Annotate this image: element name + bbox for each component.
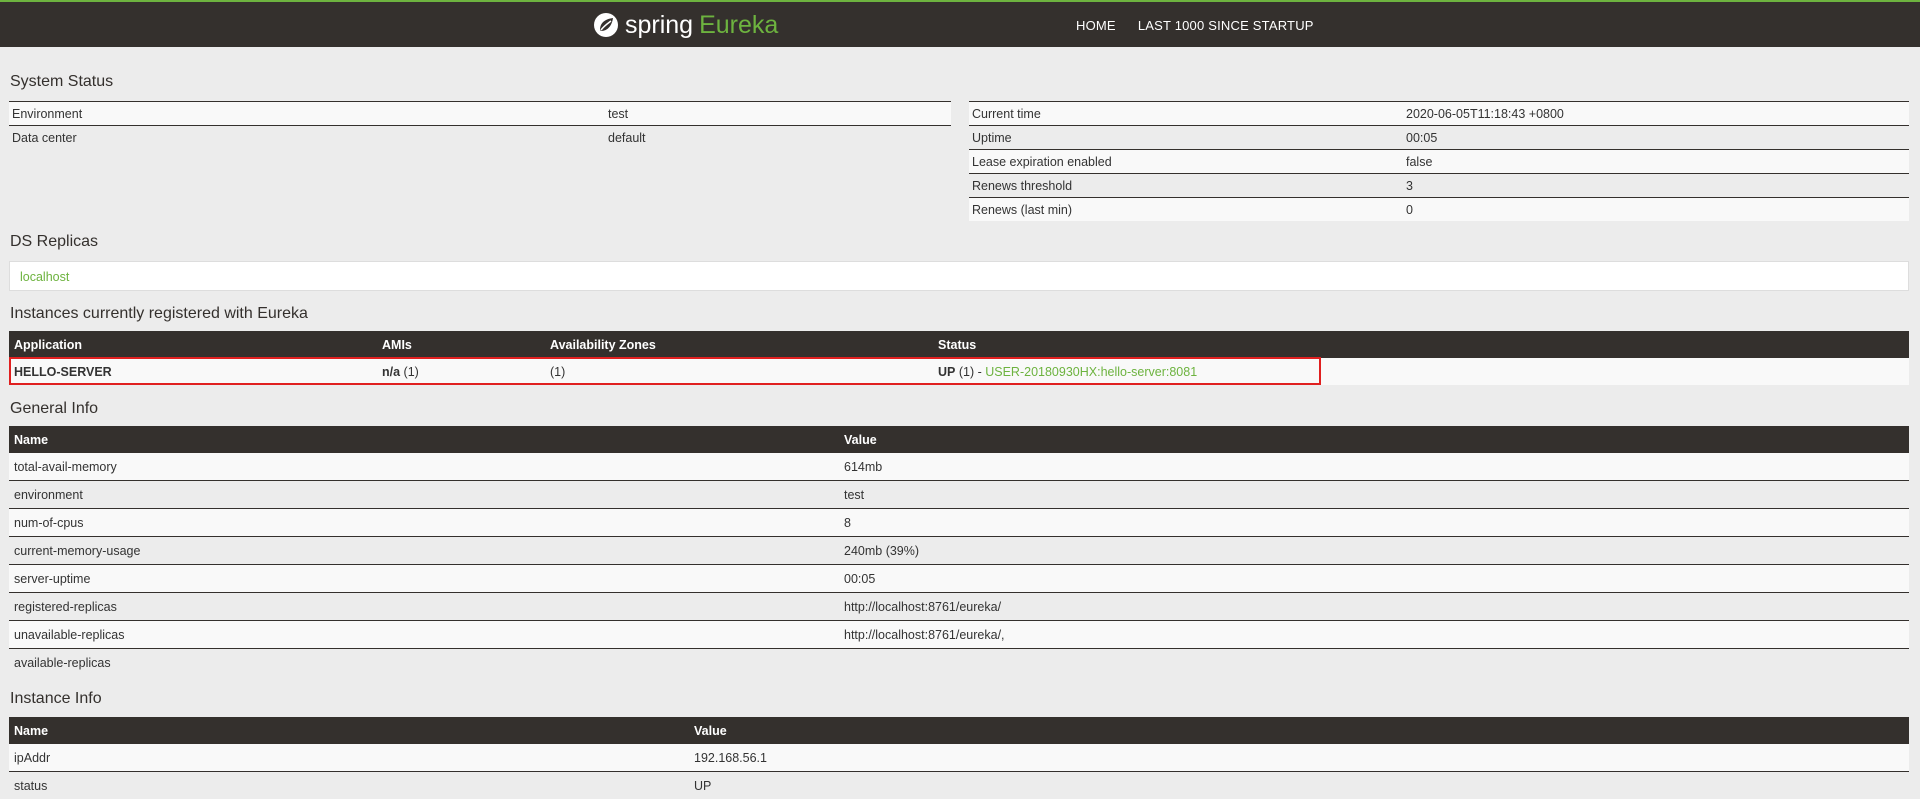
top-navbar: spring Eureka HOME LAST 1000 SINCE START…: [0, 0, 1920, 47]
info-value: [839, 649, 1909, 677]
spring-leaf-icon: [593, 12, 619, 38]
table-row: Uptime 00:05: [969, 126, 1909, 150]
application-name: HELLO-SERVER: [9, 358, 377, 385]
table-header-row: Name Value: [9, 717, 1909, 744]
brand-spring-text: spring: [625, 11, 693, 40]
status-count: (1) -: [955, 365, 985, 379]
info-value: 00:05: [839, 565, 1909, 593]
col-name: Name: [9, 426, 839, 453]
system-status-title: System Status: [10, 73, 113, 91]
info-name: ipAddr: [9, 744, 689, 772]
status-label: Data center: [9, 126, 605, 150]
instance-info-title: Instance Info: [10, 690, 102, 708]
amis-count: (1): [400, 365, 419, 379]
info-name: unavailable-replicas: [9, 621, 839, 649]
instance-link[interactable]: USER-20180930HX:hello-server:8081: [985, 365, 1197, 379]
zones-cell: (1): [545, 358, 933, 385]
nav-last-1000-link[interactable]: LAST 1000 SINCE STARTUP: [1138, 18, 1314, 33]
table-row: num-of-cpus8: [9, 509, 1909, 537]
table-row: Lease expiration enabled false: [969, 150, 1909, 174]
col-availability-zones: Availability Zones: [545, 331, 933, 358]
main-nav: HOME LAST 1000 SINCE STARTUP: [1076, 18, 1314, 33]
table-row: HELLO-SERVER n/a (1) (1) UP (1) - USER-2…: [9, 358, 1909, 385]
table-row: environmenttest: [9, 481, 1909, 509]
status-label: Renews (last min): [969, 198, 1403, 222]
table-row: Environment test: [9, 102, 951, 126]
info-name: registered-replicas: [9, 593, 839, 621]
status-value: 0: [1403, 198, 1909, 222]
ds-replicas-list: localhost: [9, 261, 1909, 291]
status-label: Renews threshold: [969, 174, 1403, 198]
info-value: 614mb: [839, 453, 1909, 481]
info-value: http://localhost:8761/eureka/: [839, 593, 1909, 621]
table-row: available-replicas: [9, 649, 1909, 677]
status-label: Uptime: [969, 126, 1403, 150]
table-row: statusUP: [9, 772, 1909, 799]
brand-logo[interactable]: spring Eureka: [593, 11, 778, 39]
system-status-left-table: Environment test Data center default: [9, 101, 951, 149]
info-value: UP: [689, 772, 1909, 799]
replica-link-localhost[interactable]: localhost: [20, 270, 69, 284]
amis-cell: n/a (1): [377, 358, 545, 385]
info-name: status: [9, 772, 689, 799]
status-label: Lease expiration enabled: [969, 150, 1403, 174]
info-name: num-of-cpus: [9, 509, 839, 537]
table-row: Current time 2020-06-05T11:18:43 +0800: [969, 102, 1909, 126]
instance-info-table: Name Value ipAddr192.168.56.1 statusUP: [9, 717, 1909, 799]
table-row: server-uptime00:05: [9, 565, 1909, 593]
table-row: Renews (last min) 0: [969, 198, 1909, 222]
brand-eureka-text: Eureka: [699, 11, 778, 40]
status-value: false: [1403, 150, 1909, 174]
status-value: default: [605, 126, 951, 150]
col-status: Status: [933, 331, 1909, 358]
table-row: current-memory-usage240mb (39%): [9, 537, 1909, 565]
status-value: test: [605, 102, 951, 126]
col-value: Value: [689, 717, 1909, 744]
table-row: Renews threshold 3: [969, 174, 1909, 198]
info-value: 240mb (39%): [839, 537, 1909, 565]
col-application: Application: [9, 331, 377, 358]
info-name: server-uptime: [9, 565, 839, 593]
col-name: Name: [9, 717, 689, 744]
info-value: http://localhost:8761/eureka/,: [839, 621, 1909, 649]
status-value: 2020-06-05T11:18:43 +0800: [1403, 102, 1909, 126]
system-status-right-table: Current time 2020-06-05T11:18:43 +0800 U…: [969, 101, 1909, 221]
table-row: registered-replicashttp://localhost:8761…: [9, 593, 1909, 621]
info-value: test: [839, 481, 1909, 509]
status-label: Current time: [969, 102, 1403, 126]
info-name: current-memory-usage: [9, 537, 839, 565]
status-label: Environment: [9, 102, 605, 126]
info-name: environment: [9, 481, 839, 509]
status-cell: UP (1) - USER-20180930HX:hello-server:80…: [933, 358, 1909, 385]
status-value: 3: [1403, 174, 1909, 198]
status-value: 00:05: [1403, 126, 1909, 150]
table-row: unavailable-replicashttp://localhost:876…: [9, 621, 1909, 649]
general-info-table: Name Value total-avail-memory614mb envir…: [9, 426, 1909, 676]
table-row: Data center default: [9, 126, 951, 150]
table-row: total-avail-memory614mb: [9, 453, 1909, 481]
status-up: UP: [938, 365, 955, 379]
ds-replicas-title: DS Replicas: [10, 233, 98, 251]
info-name: available-replicas: [9, 649, 839, 677]
amis-value: n/a: [382, 365, 400, 379]
info-name: total-avail-memory: [9, 453, 839, 481]
col-value: Value: [839, 426, 1909, 453]
nav-home-link[interactable]: HOME: [1076, 18, 1116, 33]
info-value: 8: [839, 509, 1909, 537]
instances-table: Application AMIs Availability Zones Stat…: [9, 331, 1909, 385]
general-info-title: General Info: [10, 400, 98, 418]
info-value: 192.168.56.1: [689, 744, 1909, 772]
instances-title: Instances currently registered with Eure…: [10, 305, 308, 323]
table-row: ipAddr192.168.56.1: [9, 744, 1909, 772]
col-amis: AMIs: [377, 331, 545, 358]
table-header-row: Application AMIs Availability Zones Stat…: [9, 331, 1909, 358]
table-header-row: Name Value: [9, 426, 1909, 453]
